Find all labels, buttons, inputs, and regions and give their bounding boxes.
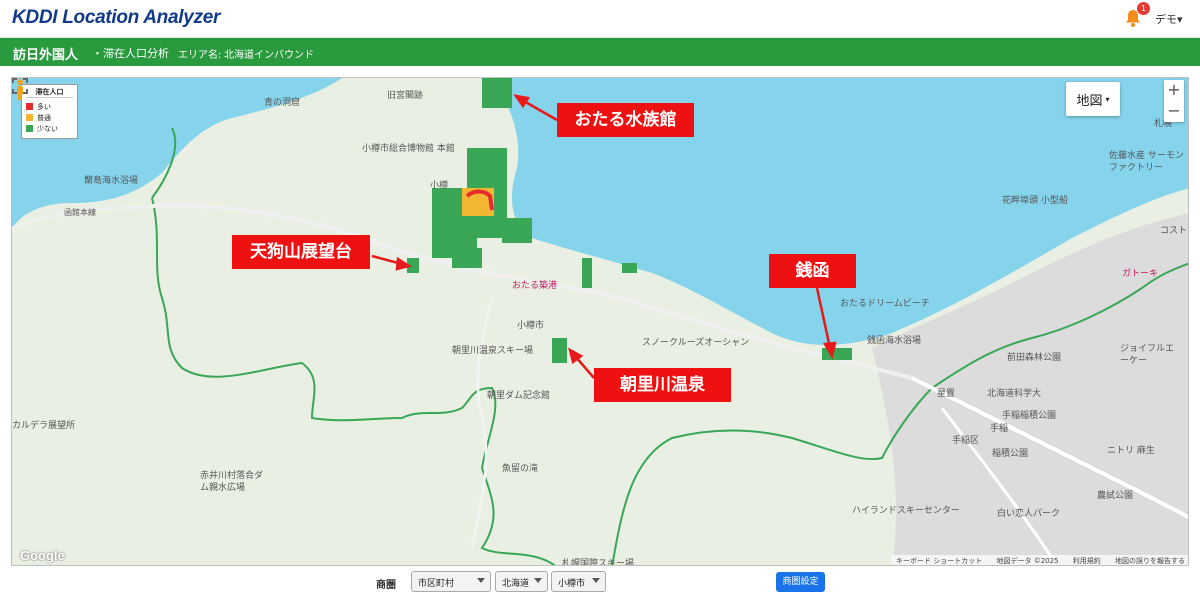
legend-item: 多い bbox=[26, 101, 73, 112]
map-label: 朝里川温泉スキー場 bbox=[452, 346, 534, 356]
report-error-link[interactable]: 地図の誤りを報告する bbox=[1115, 557, 1185, 565]
prefecture-select-value: 北海道 bbox=[502, 579, 530, 589]
city-select[interactable]: 小樽市 bbox=[551, 571, 606, 592]
map-label: 手稲区 bbox=[952, 436, 980, 446]
map-label: 花畔埠頭 小型船 bbox=[1002, 196, 1068, 206]
callout-zenibako: 銭函 bbox=[769, 254, 856, 288]
callout-asarigawa: 朝里川温泉 bbox=[594, 368, 731, 402]
map-label: 小樽市 bbox=[517, 321, 545, 331]
chevron-down-icon bbox=[592, 578, 600, 583]
area-filter-label: 商圏 bbox=[376, 580, 396, 591]
city-select-value: 小樽市 bbox=[558, 579, 586, 589]
prefecture-select[interactable]: 北海道 bbox=[495, 571, 548, 592]
zoom-out-button[interactable]: − bbox=[1164, 101, 1184, 122]
map-label: おたる築港 bbox=[512, 281, 558, 291]
chevron-down-icon bbox=[477, 578, 485, 583]
map-label: 北海道科学大 bbox=[987, 389, 1042, 399]
legend-label: 少ない bbox=[37, 124, 58, 133]
map-label: スノークルーズオーシャン bbox=[642, 338, 750, 348]
map-label: ジョイフルエーケー bbox=[1120, 344, 1175, 366]
legend-title: 滞在人口 bbox=[26, 87, 73, 98]
legend-swatch bbox=[26, 114, 33, 121]
page-title: 訪日外国人 bbox=[13, 48, 79, 63]
google-logo: Google bbox=[20, 548, 65, 563]
level-select[interactable]: 市区町村 bbox=[411, 571, 491, 592]
map-label: 手稲稲積公園 bbox=[1002, 411, 1057, 421]
map-label: 蘭島海水浴場 bbox=[84, 176, 139, 186]
map-label: 小樽市総合博物館 本館 bbox=[362, 144, 455, 154]
map-legend: 滞在人口 多い 普通 少ない bbox=[21, 84, 78, 139]
map-data-credit: 地図データ ©2025 bbox=[996, 557, 1059, 565]
map-label: 小樽 bbox=[430, 181, 449, 191]
page-header: 訪日外国人 ・滞在人口分析 エリア名: 北海道インバウンド bbox=[0, 38, 1200, 66]
zoom-in-button[interactable]: + bbox=[1164, 80, 1184, 101]
map-label: 赤井川村落合ダム親水広場 bbox=[200, 471, 264, 493]
legend-label: 多い bbox=[37, 102, 51, 111]
map-attribution: キーボード ショートカット 地図データ ©2025 利用規約 地図の誤りを報告す… bbox=[892, 555, 1188, 565]
map-label: カルデラ展望所 bbox=[12, 421, 76, 431]
chevron-down-icon: ▾ bbox=[1105, 94, 1110, 104]
map-label: 農試公園 bbox=[1097, 491, 1134, 501]
area-value: 北海道インバウンド bbox=[224, 50, 314, 61]
map-label: コストコ bbox=[1160, 226, 1188, 236]
map-label: ガトーキ bbox=[1122, 269, 1159, 279]
map-label: ハイランドスキーセンター bbox=[852, 506, 960, 516]
map-label: 札幌国際スキー場 bbox=[562, 559, 635, 566]
map-canvas bbox=[12, 78, 1188, 565]
map-label: おたるドリームビーチ bbox=[840, 299, 930, 309]
map-label: 銭函海水浴場 bbox=[867, 336, 922, 346]
map-label: 稲積公園 bbox=[992, 449, 1029, 459]
callout-tenguyama: 天狗山展望台 bbox=[232, 235, 370, 269]
legend-item: 少ない bbox=[26, 123, 73, 134]
map-label: 佐藤水産 サーモンファクトリー bbox=[1109, 151, 1184, 173]
top-bar: KDDI Location Analyzer 1 デモ▾ bbox=[0, 0, 1200, 38]
keyboard-shortcuts-link[interactable]: キーボード ショートカット bbox=[896, 557, 982, 565]
level-select-value: 市区町村 bbox=[418, 579, 455, 589]
fullscreen-icon[interactable] bbox=[12, 78, 28, 94]
area-setting-button[interactable]: 商圏設定 bbox=[776, 572, 825, 592]
map-view[interactable]: 青の洞窟 旧宮閣跡 小樽市総合博物館 本館 蘭島海水浴場 函館本線 小樽 おたる… bbox=[11, 77, 1189, 566]
notification-badge: 1 bbox=[1137, 2, 1150, 15]
map-type-button[interactable]: 地図 ▾ bbox=[1066, 82, 1120, 116]
page-subtitle: ・滞在人口分析 bbox=[92, 47, 169, 60]
map-label: 星置 bbox=[937, 389, 956, 399]
map-label: 朝里ダム記念館 bbox=[487, 391, 551, 401]
user-menu[interactable]: デモ▾ bbox=[1155, 11, 1183, 27]
app-logo[interactable]: KDDI Location Analyzer bbox=[12, 7, 220, 29]
map-type-label: 地図 bbox=[1076, 93, 1103, 109]
zoom-control: + − bbox=[1164, 80, 1184, 122]
filter-bar: 商圏 市区町村 北海道 小樽市 商圏設定 bbox=[0, 570, 1200, 607]
map-label: ニトリ 麻生 bbox=[1107, 446, 1155, 456]
map-label: 青の洞窟 bbox=[264, 98, 301, 108]
legend-item: 普通 bbox=[26, 112, 73, 123]
map-label: 函館本線 bbox=[64, 208, 96, 217]
map-label: 魚留の滝 bbox=[502, 464, 539, 474]
legend-label: 普通 bbox=[37, 113, 51, 122]
chevron-down-icon bbox=[534, 578, 542, 583]
callout-otaru-aquarium: おたる水族館 bbox=[557, 103, 694, 137]
legend-swatch bbox=[26, 125, 33, 132]
legend-swatch bbox=[26, 103, 33, 110]
map-label: 手稲 bbox=[990, 424, 1009, 434]
map-label: 前田森林公園 bbox=[1007, 353, 1062, 363]
terms-link[interactable]: 利用規約 bbox=[1073, 557, 1101, 565]
map-label: 旧宮閣跡 bbox=[387, 91, 424, 101]
map-label: 白い恋人パーク bbox=[997, 509, 1061, 519]
area-label: エリア名: bbox=[178, 50, 222, 61]
